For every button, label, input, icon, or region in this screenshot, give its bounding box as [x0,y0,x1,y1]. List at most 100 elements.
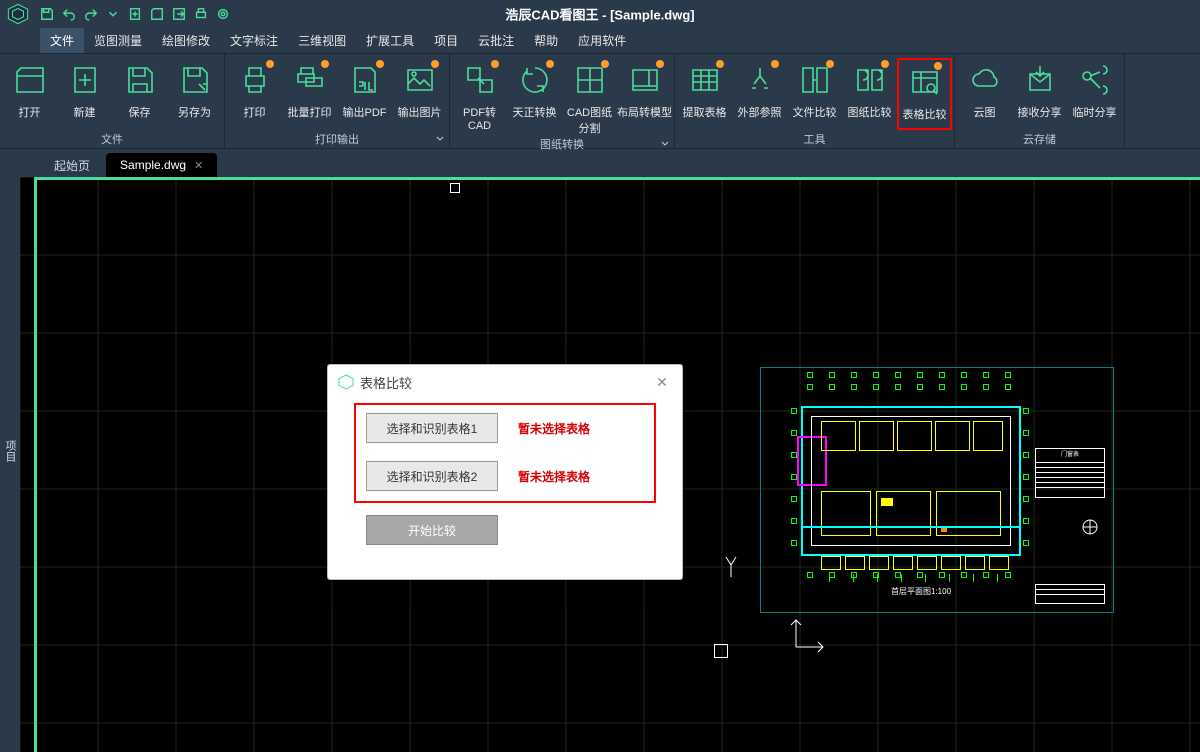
menu-4[interactable]: 三维视图 [288,28,356,53]
caret-down-icon[interactable] [660,139,670,149]
badge-icon [881,60,889,68]
close-icon[interactable]: ✕ [194,159,203,172]
badge-icon [546,60,554,68]
selection-highlight-box: 选择和识别表格1 暂未选择表格 选择和识别表格2 暂未选择表格 [354,403,656,503]
badge-icon [656,60,664,68]
dialog-titlebar: 表格比较 ✕ [328,365,682,399]
ribbon-label: 布局转模型 [617,104,672,120]
ribbon-label: 文件比较 [793,104,837,120]
ribbon-label: 云图 [974,104,996,120]
ribbon-btn-save[interactable]: 保存 [112,58,167,130]
menu-9[interactable]: 应用软件 [568,28,636,53]
ribbon-btn-split[interactable]: CAD图纸分割 [562,58,617,136]
selection-handle[interactable] [714,644,728,658]
ribbon-btn-pdf[interactable]: 输出PDF [337,58,392,130]
ribbon-btn-table[interactable]: 提取表格 [677,58,732,130]
ribbon-btn-image[interactable]: 输出图片 [392,58,447,130]
dialog-title: 表格比较 [360,373,412,392]
ribbon-btn-pdfcad[interactable]: PDF转CAD [452,58,507,136]
qat-undo-icon[interactable] [60,5,78,23]
cloud-icon [967,62,1003,98]
title-block [1035,584,1105,604]
ribbon-btn-convert[interactable]: 天正转换 [507,58,562,136]
ribbon-btn-print[interactable]: 打印 [227,58,282,130]
ribbon-label: 表格比较 [903,106,947,122]
ribbon-label: CAD图纸分割 [562,104,617,136]
ribbon-label: 批量打印 [288,104,332,120]
ribbon-btn-dwgcmp[interactable]: 图纸比较 [842,58,897,130]
menu-6[interactable]: 项目 [424,28,468,53]
tab-label: Sample.dwg [120,158,186,172]
ribbon-label: 打印 [244,104,266,120]
qat-save-icon[interactable] [38,5,56,23]
tab-label: 起始页 [54,157,90,174]
menu-8[interactable]: 帮助 [524,28,568,53]
ribbon-label: 保存 [129,104,151,120]
ribbon-btn-tblcmp[interactable]: 表格比较 [897,58,952,130]
open-icon [12,62,48,98]
ribbon-group-label: 图纸转换 [450,136,674,152]
tab-document[interactable]: Sample.dwg ✕ [106,153,217,177]
qat-print-icon[interactable] [192,5,210,23]
ribbon-group-打印输出: 打印 批量打印输出PDF 输出图片打印输出 [225,54,450,148]
selection-handle[interactable] [450,183,460,193]
tempshare-icon [1077,62,1113,98]
ribbon-label: 输出PDF [343,104,387,120]
sidebar-project[interactable]: 项目 [0,149,20,752]
menu-1[interactable]: 览图测量 [84,28,152,53]
ribbon-btn-batchprint[interactable]: 批量打印 [282,58,337,130]
ribbon-btn-tempshare[interactable]: 临时分享 [1067,58,1122,130]
ribbon-label: 图纸比较 [848,104,892,120]
ribbon: 打开新建保存另存为文件打印批量打印输出PDF输出图片打印输出PDF转CAD天正转… [0,54,1200,149]
menu-3[interactable]: 文字标注 [220,28,288,53]
badge-icon [431,60,439,68]
ribbon-group-label: 打印输出 [225,130,449,148]
table-2-status: 暂未选择表格 [518,468,590,485]
ribbon-label: 新建 [74,104,96,120]
select-table-2-button[interactable]: 选择和识别表格2 [366,461,498,491]
main-menu: 文件览图测量绘图修改文字标注三维视图扩展工具项目云批注帮助应用软件 [0,28,1200,54]
start-compare-button[interactable]: 开始比较 [366,515,498,545]
ribbon-label: 天正转换 [513,104,557,120]
ribbon-btn-receive[interactable]: 接收分享 [1012,58,1067,130]
ribbon-btn-saveas[interactable]: 另存为 [167,58,222,130]
save-icon [122,62,158,98]
qat-redo-icon[interactable] [82,5,100,23]
ribbon-btn-open[interactable]: 打开 [2,58,57,130]
ucs-icon [788,612,828,652]
qat-open-icon[interactable] [148,5,166,23]
ribbon-btn-filecmp[interactable]: 文件比较 [787,58,842,130]
menu-2[interactable]: 绘图修改 [152,28,220,53]
tab-start-page[interactable]: 起始页 [40,153,104,177]
table-compare-dialog: 表格比较 ✕ 选择和识别表格1 暂未选择表格 选择和识别表格2 暂未选择表格 开… [327,364,683,580]
ribbon-label: 接收分享 [1018,104,1062,120]
window-title: 浩辰CAD看图王 - [Sample.dwg] [505,5,694,24]
menu-5[interactable]: 扩展工具 [356,28,424,53]
saveas-icon [177,62,213,98]
ribbon-group-工具: 提取表格外部参照文件比较图纸比较表格比较工具 [675,54,955,148]
badge-icon [771,60,779,68]
new-icon [67,62,103,98]
ribbon-btn-cloud[interactable]: 云图 [957,58,1012,130]
badge-icon [601,60,609,68]
badge-icon [826,60,834,68]
menu-0[interactable]: 文件 [40,28,84,53]
qat-dropdown-icon[interactable] [104,5,122,23]
schedule-table-1: 门窗表 [1035,448,1105,498]
qat-new-icon[interactable] [126,5,144,23]
ribbon-btn-layout[interactable]: 布局转模型 [617,58,672,136]
qat-settings-icon[interactable] [214,5,232,23]
close-icon[interactable]: ✕ [652,372,672,392]
caret-down-icon[interactable] [435,134,445,144]
title-bar: 浩辰CAD看图王 - [Sample.dwg] [0,0,1200,28]
badge-icon [491,60,499,68]
qat-export-icon[interactable] [170,5,188,23]
ribbon-btn-xref[interactable]: 外部参照 [732,58,787,130]
ribbon-label: 临时分享 [1073,104,1117,120]
ribbon-btn-new[interactable]: 新建 [57,58,112,130]
app-logo [6,2,30,26]
badge-icon [321,60,329,68]
menu-7[interactable]: 云批注 [468,28,524,53]
select-table-1-button[interactable]: 选择和识别表格1 [366,413,498,443]
compass-icon [1081,518,1099,536]
